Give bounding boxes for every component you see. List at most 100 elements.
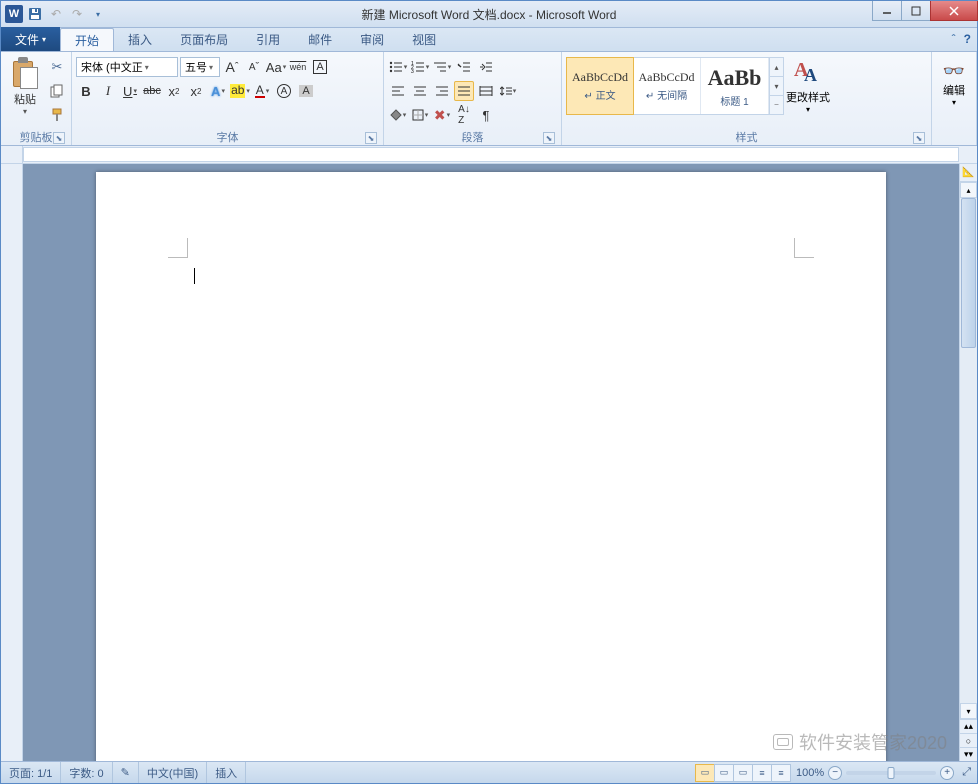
tab-insert[interactable]: 插入	[114, 28, 166, 51]
document-area: 📐 ▴ ▾ ▴▴ ○ ▾▾	[1, 164, 977, 761]
qat-dropdown-icon[interactable]: ▾	[89, 5, 107, 23]
status-proofing-icon[interactable]: ✎	[113, 762, 139, 783]
style-heading1[interactable]: AaBb 标题 1	[701, 58, 769, 114]
tab-review[interactable]: 审阅	[346, 28, 398, 51]
align-justify-icon[interactable]	[454, 81, 474, 101]
status-language[interactable]: 中文(中国)	[139, 762, 207, 783]
text-effects-icon[interactable]: A	[208, 81, 228, 101]
font-name-combo[interactable]: 宋体 (中文正▾	[76, 57, 178, 77]
status-insert-mode[interactable]: 插入	[207, 762, 246, 783]
ribbon-minimize-icon[interactable]: ˆ	[952, 32, 956, 46]
tab-view[interactable]: 视图	[398, 28, 450, 51]
scroll-up-icon[interactable]: ▴	[960, 182, 977, 198]
redo-icon[interactable]: ↷	[68, 5, 86, 23]
page-viewport[interactable]	[23, 164, 959, 761]
align-left-icon[interactable]	[388, 81, 408, 101]
style-nospacing[interactable]: AaBbCcDd ↵ 无间隔	[633, 58, 701, 114]
indent-inc-icon[interactable]	[476, 57, 496, 77]
subscript-button[interactable]: x2	[164, 81, 184, 101]
status-page[interactable]: 页面: 1/1	[1, 762, 61, 783]
superscript-button[interactable]: x2	[186, 81, 206, 101]
char-shading-icon[interactable]: A	[296, 81, 316, 101]
borders-icon[interactable]	[410, 105, 430, 125]
font-launcher[interactable]: ⬊	[365, 132, 377, 144]
view-fullscreen-icon[interactable]: ▭	[714, 764, 734, 782]
change-styles-button[interactable]: AA 更改样式 ▾	[786, 55, 830, 114]
grow-font-icon[interactable]: Aˆ	[222, 57, 242, 77]
view-print-layout-icon[interactable]: ▭	[695, 764, 715, 782]
maximize-button[interactable]	[901, 1, 931, 21]
scroll-down-icon[interactable]: ▾	[960, 703, 977, 719]
zoom-out-button[interactable]: −	[828, 766, 842, 780]
close-button[interactable]	[930, 1, 978, 21]
ruler-toggle-icon[interactable]: 📐	[960, 164, 977, 182]
zoom-fit-icon[interactable]: ⤢	[962, 766, 971, 779]
vertical-ruler[interactable]	[1, 164, 23, 761]
italic-button[interactable]: I	[98, 81, 118, 101]
enclose-char-icon[interactable]: A	[274, 81, 294, 101]
line-spacing-icon[interactable]	[498, 81, 518, 101]
font-color-icon[interactable]: A	[252, 81, 272, 101]
svg-text:3: 3	[411, 69, 414, 73]
strike-button[interactable]: abc	[142, 81, 162, 101]
zoom-slider[interactable]	[846, 771, 936, 775]
browse-object-icon[interactable]: ○	[960, 733, 977, 747]
styles-launcher[interactable]: ⬊	[913, 132, 925, 144]
underline-button[interactable]: U	[120, 81, 140, 101]
bullets-icon[interactable]	[388, 57, 408, 77]
status-words[interactable]: 字数: 0	[61, 762, 112, 783]
clipboard-launcher[interactable]: ⬊	[53, 132, 65, 144]
char-border-icon[interactable]: A	[310, 57, 330, 77]
numbering-icon[interactable]: 123	[410, 57, 430, 77]
phonetic-guide-icon[interactable]: wén	[288, 57, 308, 77]
align-right-icon[interactable]	[432, 81, 452, 101]
scroll-thumb[interactable]	[961, 198, 976, 348]
shading-icon[interactable]	[388, 105, 408, 125]
align-center-icon[interactable]	[410, 81, 430, 101]
tab-references[interactable]: 引用	[242, 28, 294, 51]
cut-icon[interactable]: ✂	[47, 57, 67, 77]
prev-page-icon[interactable]: ▴▴	[960, 719, 977, 733]
tab-home[interactable]: 开始	[60, 28, 114, 51]
tab-pagelayout[interactable]: 页面布局	[166, 28, 242, 51]
view-outline-icon[interactable]: ≡	[752, 764, 772, 782]
next-page-icon[interactable]: ▾▾	[960, 747, 977, 761]
distribute-icon[interactable]	[476, 81, 496, 101]
shrink-font-icon[interactable]: Aˇ	[244, 57, 264, 77]
zoom-in-button[interactable]: +	[940, 766, 954, 780]
indent-dec-icon[interactable]	[454, 57, 474, 77]
tab-mailings[interactable]: 邮件	[294, 28, 346, 51]
format-painter-icon[interactable]	[47, 105, 67, 125]
font-size-combo[interactable]: 五号▾	[180, 57, 220, 77]
file-tab[interactable]: 文件▾	[1, 27, 60, 51]
change-case-icon[interactable]: Aa	[266, 57, 286, 77]
view-web-icon[interactable]: ▭	[733, 764, 753, 782]
zoom-thumb[interactable]	[888, 767, 895, 779]
title-bar: W ↶ ↷ ▾ 新建 Microsoft Word 文档.docx - Micr…	[1, 1, 977, 28]
snap-grid-icon[interactable]: ✖	[432, 105, 452, 125]
gallery-more-icon[interactable]: ⎯	[770, 96, 783, 114]
gallery-down-icon[interactable]: ▾	[770, 77, 783, 96]
page[interactable]	[96, 172, 886, 761]
minimize-button[interactable]	[872, 1, 902, 21]
sort-icon[interactable]: A↓Z	[454, 105, 474, 125]
paste-button[interactable]: 粘贴 ▾	[5, 55, 45, 116]
vertical-scrollbar[interactable]: 📐 ▴ ▾ ▴▴ ○ ▾▾	[959, 164, 977, 761]
find-button[interactable]: 👓 编辑 ▾	[936, 55, 972, 107]
word-app-icon[interactable]: W	[5, 5, 23, 23]
show-marks-icon[interactable]: ¶	[476, 105, 496, 125]
copy-icon[interactable]	[47, 81, 67, 101]
save-icon[interactable]	[26, 5, 44, 23]
bold-button[interactable]: B	[76, 81, 96, 101]
view-draft-icon[interactable]: ≡	[771, 764, 791, 782]
zoom-percent[interactable]: 100%	[796, 767, 824, 779]
group-clipboard: 粘贴 ▾ ✂ 剪贴板⬊	[1, 52, 72, 145]
paragraph-launcher[interactable]: ⬊	[543, 132, 555, 144]
style-normal[interactable]: AaBbCcDd ↵ 正文	[566, 57, 634, 115]
help-icon[interactable]: ?	[964, 32, 971, 46]
multilevel-icon[interactable]	[432, 57, 452, 77]
undo-icon[interactable]: ↶	[47, 5, 65, 23]
highlight-icon[interactable]: ab	[230, 81, 250, 101]
horizontal-ruler[interactable]	[23, 147, 959, 162]
gallery-up-icon[interactable]: ▴	[770, 58, 783, 77]
